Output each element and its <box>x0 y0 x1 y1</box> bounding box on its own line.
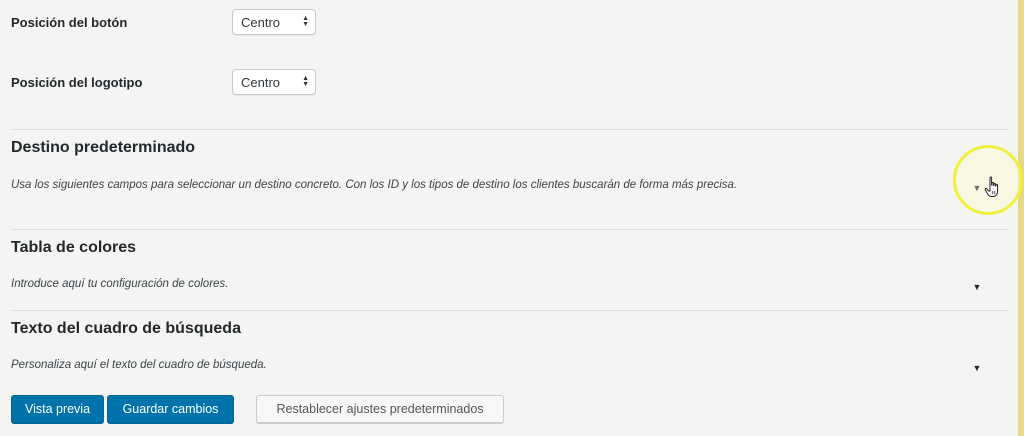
section-desc-default-destination: Usa los siguientes campos para seleccion… <box>11 179 738 191</box>
logo-position-select[interactable]: Centro ▲ ▼ <box>232 69 316 95</box>
triangle-down-icon[interactable]: ▼ <box>971 282 983 292</box>
reset-defaults-button[interactable]: Restablecer ajustes predeterminados <box>256 395 504 423</box>
hand-pointer-icon <box>984 176 999 197</box>
logo-position-value: Centro <box>241 74 281 90</box>
button-position-row: Posición del botón Centro ▲ ▼ <box>11 9 316 35</box>
logo-position-label: Posición del logotipo <box>11 74 143 90</box>
button-position-select[interactable]: Centro ▲ ▼ <box>232 9 316 35</box>
button-position-label: Posición del botón <box>11 14 128 30</box>
section-divider <box>11 129 1008 130</box>
select-arrows-icon: ▲ ▼ <box>302 15 309 28</box>
logo-position-row: Posición del logotipo Centro ▲ ▼ <box>11 69 316 95</box>
section-title-color-table: Tabla de colores <box>11 239 137 256</box>
scroll-edge <box>1018 0 1024 436</box>
select-arrows-icon: ▲ ▼ <box>302 75 309 88</box>
save-button[interactable]: Guardar cambios <box>107 395 234 423</box>
section-title-search-box-text: Texto del cuadro de búsqueda <box>11 320 241 337</box>
section-desc-color-table: Introduce aquí tu configuración de color… <box>11 278 229 290</box>
section-divider <box>11 310 1008 311</box>
section-divider <box>11 229 1008 230</box>
preview-button[interactable]: Vista previa <box>11 395 104 423</box>
button-position-value: Centro <box>241 14 281 30</box>
section-title-default-destination: Destino predeterminado <box>11 139 196 156</box>
triangle-down-icon[interactable]: ▼ <box>971 363 983 373</box>
settings-page: Posición del botón Centro ▲ ▼ Posición de… <box>0 0 1024 436</box>
section-desc-search-box-text: Personaliza aquí el texto del cuadro de … <box>11 359 267 371</box>
